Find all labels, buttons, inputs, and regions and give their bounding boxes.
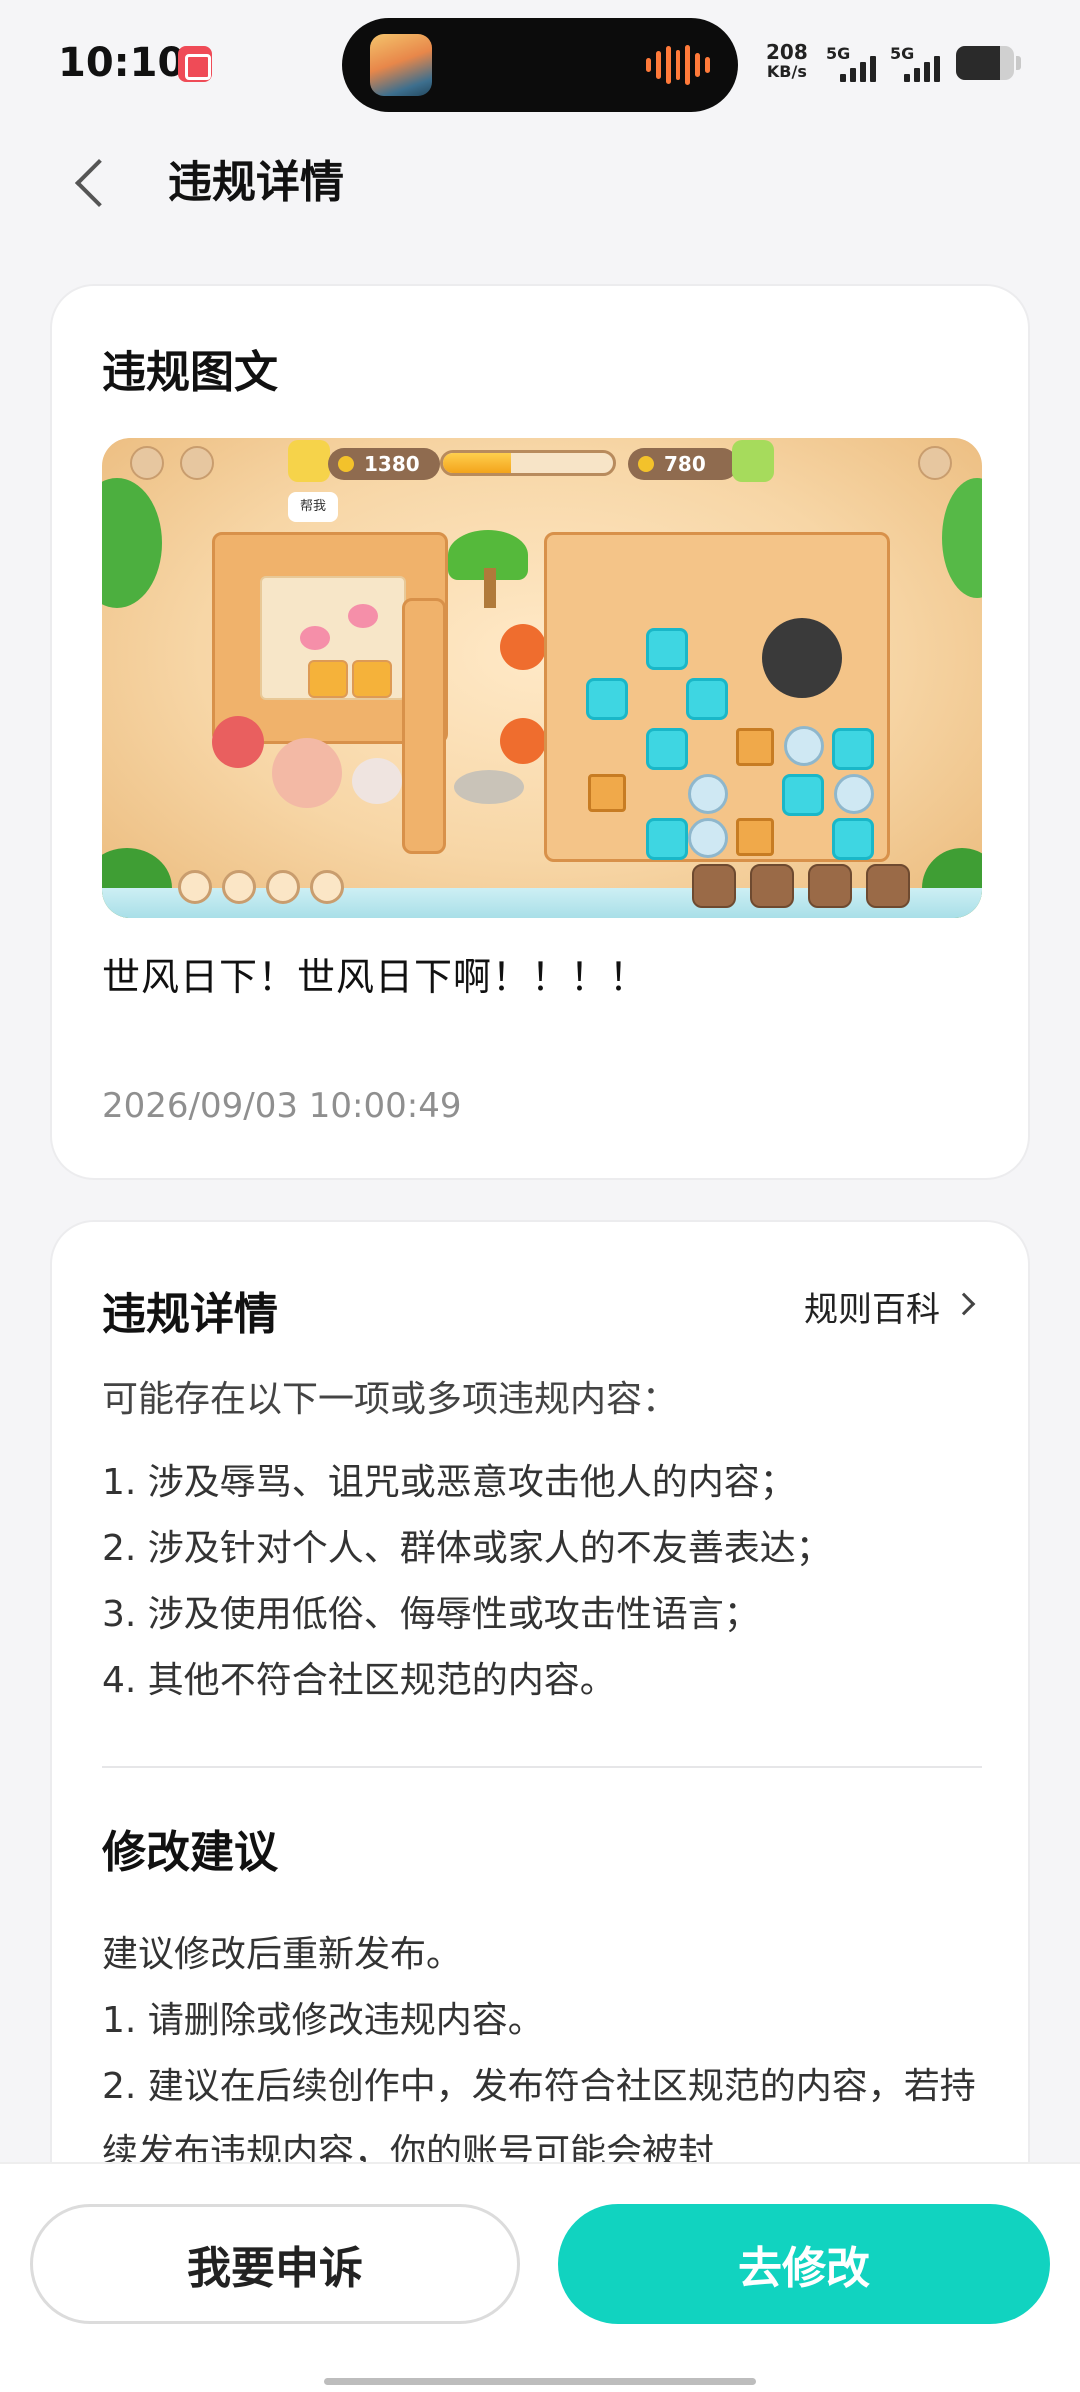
lantern-piece: [500, 718, 546, 764]
palm-tree-trunk: [484, 568, 496, 608]
ice-tile: [832, 728, 874, 770]
list-item: 1. 涉及辱骂、诅咒或恶意攻击他人的内容；: [102, 1462, 796, 1503]
game-progress-bar: [440, 450, 616, 476]
jar-tile: [834, 774, 874, 814]
swirl-icon: [266, 870, 300, 904]
crate-tile: [736, 818, 774, 856]
item-slot: [750, 864, 794, 908]
chevron-right-icon: [952, 1292, 976, 1316]
sim2-signal-icon: 5G: [890, 44, 950, 84]
battery-tip: [1016, 56, 1021, 70]
post-card-title: 违规图文: [102, 347, 278, 398]
player-avatar: [288, 440, 330, 482]
jar-tile: [688, 774, 728, 814]
speaker-mute-icon: [180, 446, 214, 480]
battery-icon: [956, 46, 1014, 80]
ice-tile: [646, 628, 688, 670]
lantern-piece: [500, 624, 546, 670]
network-speed: 208 KB/s: [766, 42, 808, 82]
post-card: 违规图文 1380 780 帮我 世风日下！世风日下啊！！！！ 2026/09/…: [50, 284, 1030, 1180]
board-tile: [308, 660, 348, 698]
network-speed-value: 208: [766, 40, 808, 64]
bottom-action-bar: 我要申诉 去修改: [0, 2162, 1080, 2392]
rules-link-label: 规则百科: [804, 1290, 940, 1330]
left-score: 1380: [328, 448, 440, 480]
ice-tile: [646, 818, 688, 860]
home-indicator[interactable]: [324, 2378, 756, 2385]
left-score-value: 1380: [364, 452, 420, 476]
right-score-value: 780: [664, 452, 706, 476]
music-artwork-icon: [370, 34, 432, 96]
right-score: 780: [628, 448, 738, 480]
back-arrow-icon[interactable]: [60, 144, 120, 224]
location-icon: [310, 870, 344, 904]
list-item: 3. 涉及使用低俗、侮辱性或攻击性语言；: [102, 1594, 760, 1635]
emoji-icon: [178, 870, 212, 904]
jar-tile: [688, 818, 728, 858]
flower-piece: [300, 626, 330, 650]
violation-intro: 可能存在以下一项或多项违规内容：: [102, 1379, 679, 1420]
sim1-signal-icon: 5G: [826, 44, 886, 84]
violation-list: 1. 涉及辱骂、诅咒或恶意攻击他人的内容； 2. 涉及针对个人、群体或家人的不友…: [102, 1458, 832, 1722]
status-time: 10:10: [58, 40, 186, 86]
crate-tile: [588, 774, 626, 812]
suggestion-list: 建议修改后重新发布。 1. 请删除或修改违规内容。 2. 建议在后续创作中，发布…: [102, 1922, 982, 2186]
rock-piece: [454, 770, 524, 804]
flower-piece: [348, 604, 378, 628]
ninja-character: [762, 618, 842, 698]
game-progress-fill: [443, 453, 511, 473]
ice-tile: [646, 728, 688, 770]
crate-tile: [736, 728, 774, 766]
game-topbar: 1380 780: [102, 438, 982, 488]
leaf-decoration: [942, 478, 982, 598]
post-timestamp: 2026/09/03 10:00:49: [102, 1086, 462, 1126]
item-slot: [808, 864, 852, 908]
ice-tile: [832, 818, 874, 860]
page-title: 违规详情: [168, 157, 344, 208]
audio-wave-icon: [646, 44, 711, 86]
board-tile: [352, 660, 392, 698]
jar-tile: [784, 726, 824, 766]
post-game-screenshot[interactable]: 1380 780 帮我: [102, 438, 982, 918]
help-bubble: 帮我: [288, 492, 338, 522]
dynamic-island[interactable]: [342, 18, 738, 112]
database-notification-icon: [178, 46, 212, 82]
leaf-decoration: [102, 478, 162, 608]
page-header: 违规详情: [0, 130, 1080, 240]
suggestion-title: 修改建议: [102, 1827, 278, 1878]
item-slot: [866, 864, 910, 908]
list-item: 4. 其他不符合社区规范的内容。: [102, 1660, 616, 1701]
game-character: [212, 716, 264, 768]
game-character: [352, 758, 402, 804]
game-character: [272, 738, 342, 808]
divider: [102, 1766, 982, 1768]
ice-tile: [686, 678, 728, 720]
ice-tile: [782, 774, 824, 816]
player-avatar: [732, 440, 774, 482]
post-text: 世风日下！世风日下啊！！！！: [102, 955, 649, 999]
list-item: 建议修改后重新发布。: [102, 1934, 463, 1975]
ice-tile: [586, 678, 628, 720]
battery-fill: [956, 46, 1000, 80]
network-speed-unit: KB/s: [766, 62, 807, 81]
status-bar: 10:10 208 KB/s 5G 5G: [0, 0, 1080, 130]
list-item: 1. 请删除或修改违规内容。: [102, 2000, 544, 2041]
violation-details-title: 违规详情: [102, 1289, 278, 1340]
list-item: 2. 涉及针对个人、群体或家人的不友善表达；: [102, 1528, 832, 1569]
rules-encyclopedia-link[interactable]: 规则百科: [804, 1282, 976, 1331]
wood-column: [402, 598, 446, 854]
edit-button[interactable]: 去修改: [558, 2204, 1050, 2324]
appeal-button[interactable]: 我要申诉: [30, 2204, 520, 2324]
chat-icon: [222, 870, 256, 904]
chest-icon: [918, 446, 952, 480]
item-slot: [692, 864, 736, 908]
mic-mute-icon: [130, 446, 164, 480]
